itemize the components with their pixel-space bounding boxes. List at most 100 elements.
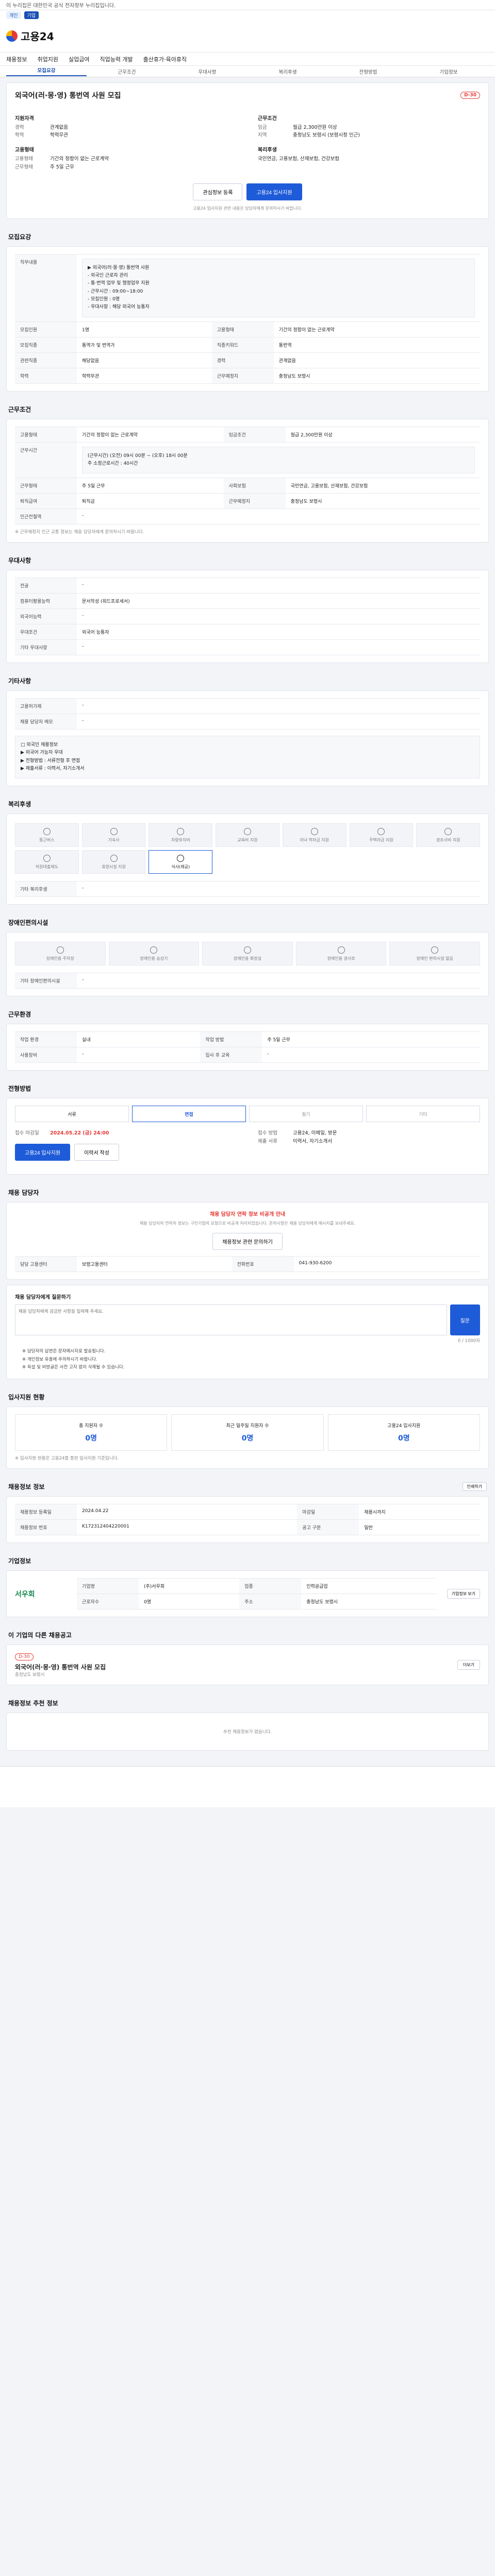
welfare-icon	[377, 827, 385, 835]
write-resume-button[interactable]: 이력서 작성	[74, 1143, 119, 1161]
scrap-button[interactable]: 관심정보 등록	[193, 183, 243, 200]
row-value: 2024.04.22	[77, 1504, 298, 1520]
nav-item-vocational-training[interactable]: 직업능력 개발	[100, 55, 133, 63]
etc-section-title: 기타사항	[8, 677, 31, 685]
row-key: 입사 후 교육	[200, 1047, 262, 1063]
kv-key: 제출 서류	[258, 1138, 277, 1144]
row-key: 담당 고용센터	[15, 1256, 77, 1273]
welfare-icon	[177, 854, 185, 862]
nav-item-unemployment-benefit[interactable]: 실업급여	[69, 55, 89, 63]
apply-button[interactable]: 고용24 입사지원	[246, 183, 302, 200]
manager-table: 담당 고용센터 보령고용센터 전화번호 041-930-6200	[15, 1256, 480, 1273]
row-key: 컴퓨터활용능력	[15, 593, 77, 609]
stats-section-title: 입사지원 현황	[8, 1394, 45, 1401]
row-key: 마감일	[297, 1504, 359, 1520]
manager-section-title: 채용 담당자	[8, 1189, 39, 1196]
more-button[interactable]: 더보기	[457, 1660, 480, 1670]
working-table: 작업 환경 실내 작업 방법 주 5일 근무 사용장비 - 입사 후 교육 -	[15, 1031, 480, 1063]
tab-company[interactable]: 기업정보	[408, 68, 489, 75]
welfare-grid: 통근버스 기숙사 차량유지비 교육비 지원 자녀 학자금 지원 주택자금 지원 경조사비 지…	[15, 823, 480, 874]
row-key: 직무내용	[15, 253, 77, 322]
disability-icon	[150, 946, 158, 954]
privacy-alert-body: 채용 담당자의 연락처 정보는 구인기업의 요청으로 비공개 처리되었습니다. …	[139, 1221, 356, 1226]
preference-section-title: 우대사항	[8, 557, 31, 565]
tab-conditions[interactable]: 근무조건	[87, 68, 167, 75]
gov-notice-text: 이 누리집은 대한민국 공식 전자정부 누리집입니다.	[6, 3, 116, 9]
row-value: 관계없음	[273, 352, 480, 368]
row-value: 학력무관	[77, 367, 212, 384]
row-key: 기타 장애인편의시설	[15, 973, 77, 989]
disability-section-title: 장애인편의시설	[8, 919, 48, 927]
row-value: 채용시까지	[359, 1504, 480, 1520]
row-key: 우대조건	[15, 624, 77, 640]
row-value: 일반	[359, 1519, 480, 1536]
conditions-heading: 근무조건	[258, 116, 277, 122]
inquiry-input[interactable]	[15, 1304, 447, 1336]
apply-note: 고용24 입사지원 관련 내용은 담당자에게 문의하시기 바랍니다.	[193, 206, 302, 211]
inquiry-button[interactable]: 채용정보 관련 문의하기	[212, 1233, 283, 1250]
related-meta: 충청남도 보령시	[15, 1672, 45, 1678]
row-key: 경력	[211, 352, 274, 368]
disability-tile: 장애인용 주차장	[15, 942, 106, 966]
user-type-tab-personal[interactable]: 개인	[6, 11, 21, 19]
kv-value: 국민연금, 고용보험, 산재보험, 건강보험	[258, 156, 339, 162]
kv-value: 이력서, 자기소개서	[293, 1138, 332, 1144]
row-value: 해당없음	[77, 352, 212, 368]
kv-key: 학력	[15, 132, 24, 139]
row-value: K172312404220001	[77, 1519, 298, 1536]
welfare-label: 차량유지비	[171, 837, 190, 842]
company-section-title: 기업정보	[8, 1557, 31, 1565]
disability-icon	[337, 946, 345, 954]
row-value: 주 5일 근무	[262, 1031, 480, 1047]
deadline-value: 2024.05.22 (금) 24:00	[50, 1130, 109, 1137]
apply-button-secondary[interactable]: 고용24 입사지원	[15, 1143, 71, 1161]
site-logo[interactable]: 고용24	[6, 28, 54, 43]
inquiry-send-button[interactable]: 질문	[450, 1304, 480, 1336]
print-button[interactable]: 인쇄하기	[462, 1482, 487, 1492]
row-value: 국민연금, 고용보험, 산재보험, 건강보험	[285, 478, 480, 494]
conditions-section-title: 근무조건	[8, 405, 31, 413]
kv-value: 고용24, 이메일, 방문	[293, 1130, 337, 1137]
nav-item-jobs[interactable]: 채용정보	[6, 55, 27, 63]
tab-welfare[interactable]: 복리후생	[248, 68, 328, 75]
company-info-button[interactable]: 기업정보 보기	[447, 1589, 480, 1599]
company-card: 서우회 기업명 (주)서우회 업종 인력공급업 근로자수 0명 주소 충청남도 보령시 기업…	[6, 1570, 489, 1618]
tab-selection[interactable]: 전형방법	[328, 68, 408, 75]
job-description: ▶ 외국어(러·몽·영) 통번역 사원 - 외국인 근로자 관리 - 통·번역 …	[82, 258, 475, 317]
row-key: 모집직종	[15, 336, 77, 353]
welfare-section-title: 복리후생	[8, 801, 31, 808]
etc-box: □ 외국인 채용정보 ▶ 외국어 가능자 우대 ▶ 전형방법 : 서류전형 후 …	[15, 736, 480, 779]
welfare-tile: 식사(제공)	[148, 850, 213, 874]
nav-item-employment-support[interactable]: 취업지원	[37, 55, 58, 63]
tab-recruit[interactable]: 모집요강	[6, 66, 87, 76]
welfare-icon	[43, 854, 51, 862]
qualification-heading: 지원자격	[15, 116, 34, 122]
row-key: 채용정보 번호	[15, 1519, 77, 1536]
welfare-icon	[243, 827, 251, 835]
preference-table: 전공 - 컴퓨터활용능력 문서작성 (워드프로세서) 외국어능력 - 우대조건 외국어 …	[15, 578, 480, 656]
related-item[interactable]: D-30 외국어(러·몽·영) 통번역 사원 모집 충청남도 보령시	[15, 1652, 106, 1677]
dday-badge: D-30	[460, 92, 480, 99]
kv-value: 주 5일 근무	[50, 164, 75, 170]
disability-icon	[243, 946, 251, 954]
welfare-label: 주택자금 지원	[369, 837, 393, 842]
kv-value: 충청남도 보령시 (보령시청 인근)	[293, 132, 360, 139]
row-key: 사용장비	[15, 1047, 77, 1063]
welfare-tile: 자녀 학자금 지원	[282, 823, 346, 848]
nav-item-parental-leave[interactable]: 출산휴가·육아휴직	[143, 55, 187, 63]
row-value: 충청남도 보령시	[285, 493, 480, 509]
info-card: 채용정보 등록일 2024.04.22 마감일 채용시까지 채용정보 번호 K17231…	[6, 1496, 489, 1544]
row-key: 기타 복리후생	[15, 881, 77, 897]
welfare-label: 경조사비 지원	[436, 837, 460, 842]
disability-label: 장애인용 주차장	[46, 956, 74, 961]
kv-key: 접수 마감일	[15, 1130, 39, 1137]
row-key: 주소	[239, 1594, 302, 1610]
welfare-icon	[110, 827, 118, 835]
gov-notice-bar: 이 누리집은 대한민국 공식 전자정부 누리집입니다.	[0, 0, 495, 10]
disability-icon	[56, 946, 64, 954]
user-type-tab-company[interactable]: 기업	[24, 11, 39, 19]
tab-preference[interactable]: 우대사항	[167, 68, 248, 75]
selection-step: 필기	[249, 1106, 363, 1123]
welfare-tile: 주택자금 지원	[349, 823, 414, 848]
row-value: 퇴직금	[77, 493, 224, 509]
